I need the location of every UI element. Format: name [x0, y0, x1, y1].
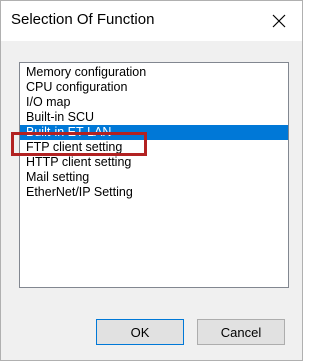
function-list: Memory configuration CPU configuration I… [20, 63, 288, 200]
list-item-http-client-setting[interactable]: HTTP client setting [20, 155, 288, 170]
close-icon [272, 14, 286, 28]
title-bar: Selection Of Function [1, 1, 302, 41]
list-item-built-in-et-lan[interactable]: Built-in ET-LAN [20, 125, 288, 140]
ok-button[interactable]: OK [96, 319, 184, 345]
list-item-ethernet-ip-setting[interactable]: EtherNet/IP Setting [20, 185, 288, 200]
list-item-mail-setting[interactable]: Mail setting [20, 170, 288, 185]
list-item-memory-configuration[interactable]: Memory configuration [20, 65, 288, 80]
list-item-built-in-scu[interactable]: Built-in SCU [20, 110, 288, 125]
list-item-io-map[interactable]: I/O map [20, 95, 288, 110]
list-item-cpu-configuration[interactable]: CPU configuration [20, 80, 288, 95]
cancel-button[interactable]: Cancel [197, 319, 285, 345]
close-button[interactable] [256, 1, 302, 41]
dialog-title: Selection Of Function [11, 11, 155, 28]
list-item-ftp-client-setting[interactable]: FTP client setting [20, 140, 288, 155]
selection-of-function-dialog: Selection Of Function Memory configurati… [0, 0, 303, 361]
function-listbox[interactable]: Memory configuration CPU configuration I… [19, 62, 289, 288]
